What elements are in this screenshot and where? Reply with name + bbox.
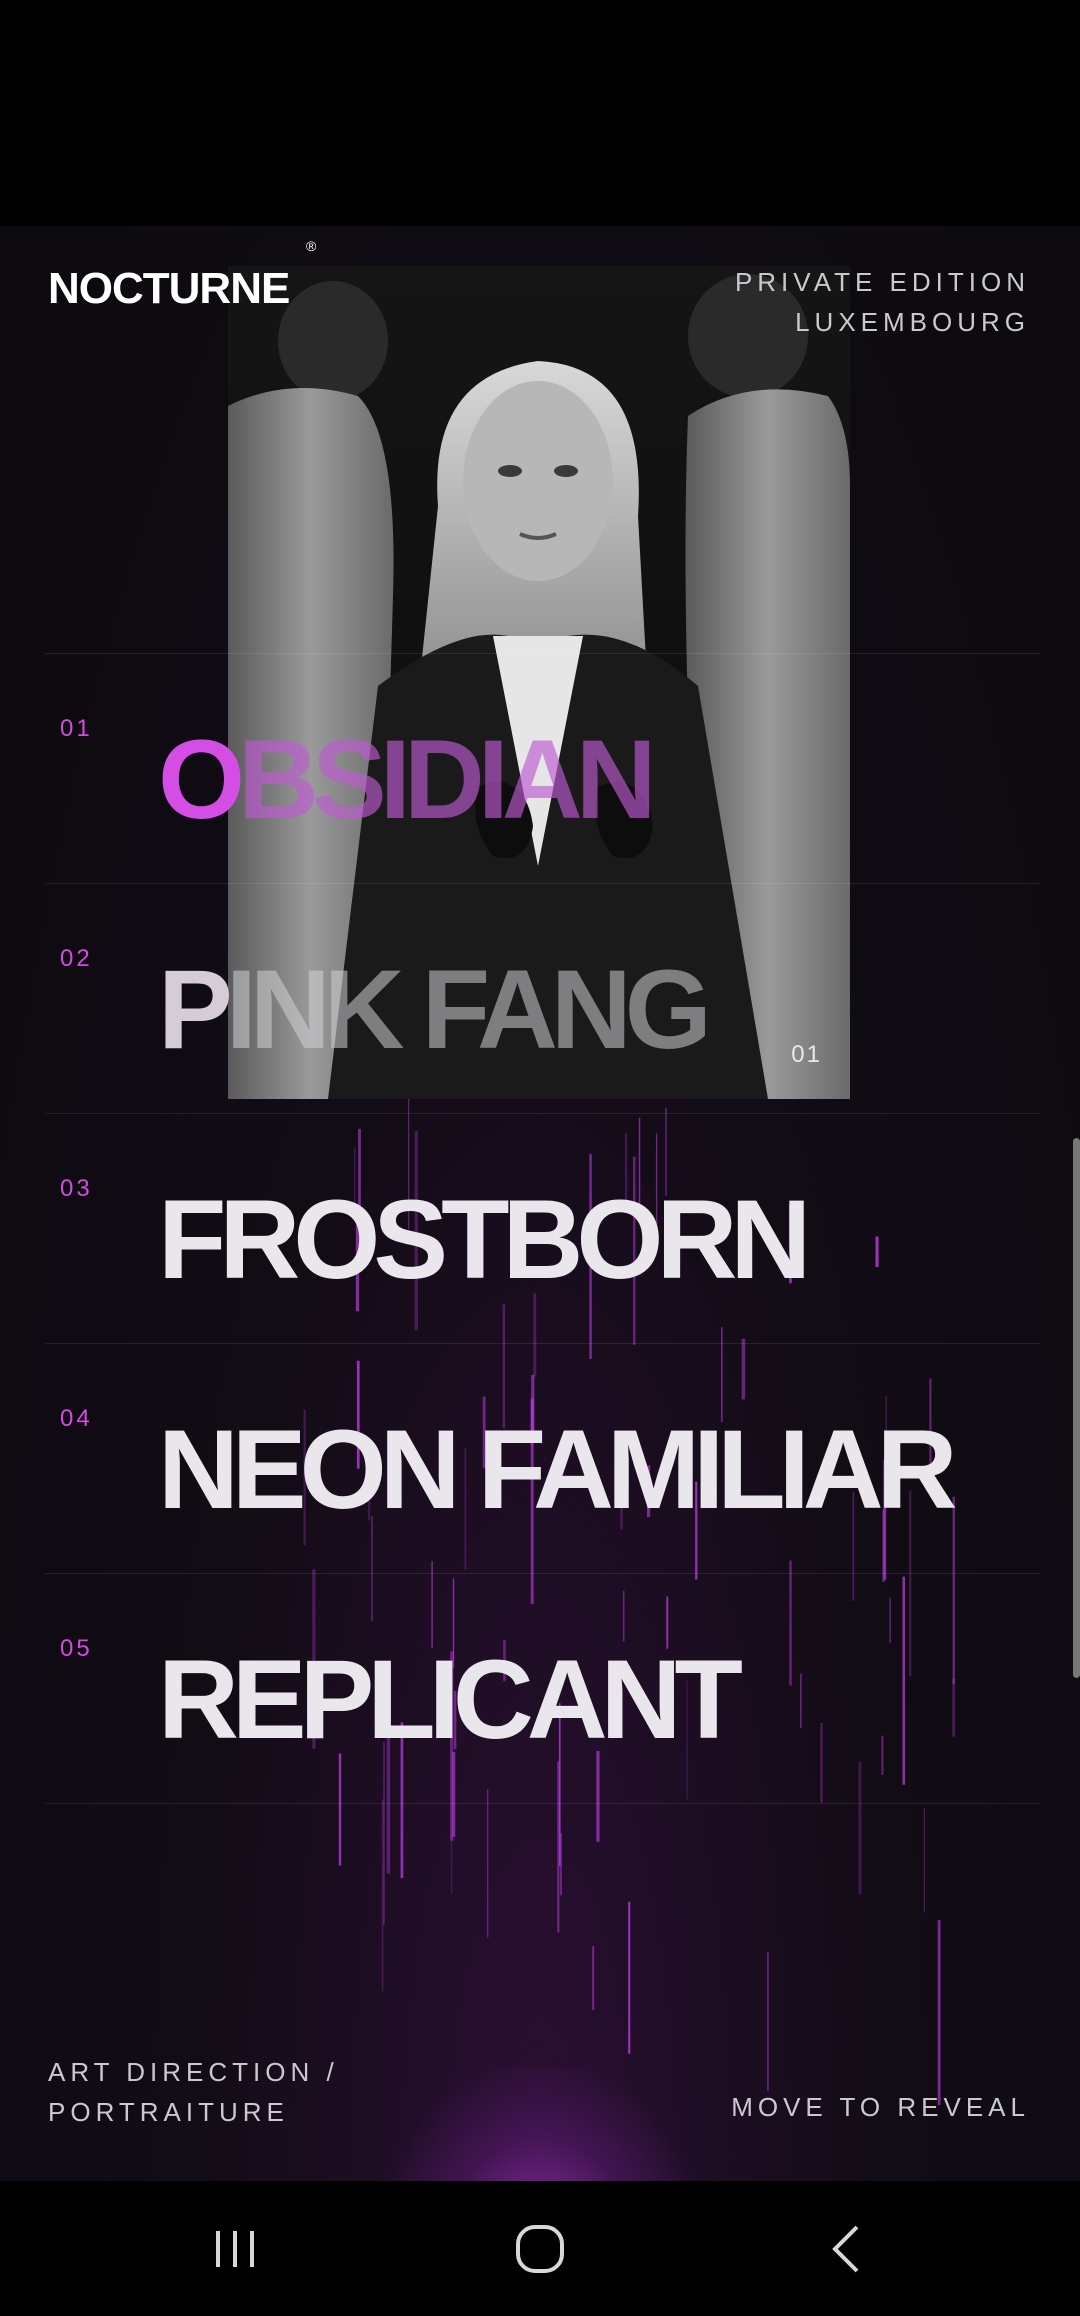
menu-title: OBSIDIAN [158, 713, 657, 847]
menu-number: 01 [60, 715, 93, 742]
menu-title-rest: BSIDIAN [238, 717, 656, 842]
bottom-glow [380, 2066, 700, 2181]
edition-label: PRIVATE EDITION LUXEMBOURG [735, 262, 1030, 342]
menu-item-frostborn[interactable]: 03 FROSTBORN [0, 1113, 1080, 1343]
menu-title-rest: EPLICANT [231, 1637, 743, 1762]
menu-title: NEON FAMILIAR [158, 1403, 958, 1537]
menu-title-initial: N [158, 1407, 239, 1532]
recents-icon [216, 2230, 254, 2267]
menu-title-initial: P [158, 947, 233, 1072]
menu-title-initial: R [158, 1637, 239, 1762]
menu-title: PINK FANG [158, 943, 712, 1077]
footer-credits-line-2: PORTRAITURE [48, 2097, 289, 2127]
footer-credits: ART DIRECTION / PORTRAITURE [48, 2052, 339, 2132]
menu-number: 03 [60, 1175, 93, 1202]
menu-item-pink-fang[interactable]: 02 PINK FANG [0, 883, 1080, 1113]
navigation-bar [0, 2181, 1080, 2316]
menu-title-initial: F [158, 1177, 226, 1302]
menu-number: 05 [60, 1635, 93, 1662]
menu-item-neon-familiar[interactable]: 04 NEON FAMILIAR [0, 1343, 1080, 1573]
edition-line-2: LUXEMBOURG [795, 307, 1030, 337]
menu-item-obsidian[interactable]: 01 OBSIDIAN [0, 653, 1080, 883]
footer-credits-line-1: ART DIRECTION / [48, 2057, 339, 2087]
menu-title-rest: ROSTBORN [219, 1177, 811, 1302]
menu-title: REPLICANT [158, 1633, 743, 1767]
menu-title: FROSTBORN [158, 1173, 811, 1307]
menu-item-replicant[interactable]: 05 REPLICANT [0, 1573, 1080, 1803]
home-button[interactable] [440, 2181, 640, 2316]
menu-title-rest: INK FANG [225, 947, 712, 1072]
recents-button[interactable] [135, 2181, 335, 2316]
back-button[interactable] [745, 2181, 945, 2316]
brand-logo[interactable]: NOCTURNE [48, 264, 290, 314]
app-screen: 01 NOCTURNE ® PRIVATE EDITION LUXEMBOURG… [0, 226, 1080, 2181]
divider [45, 1803, 1040, 1804]
edition-line-1: PRIVATE EDITION [734, 267, 1030, 297]
move-to-reveal-hint: MOVE TO REVEAL [731, 2092, 1030, 2122]
menu-title-initial: O [158, 717, 245, 842]
menu-number: 04 [60, 1405, 93, 1432]
menu-number: 02 [60, 945, 93, 972]
scrollbar[interactable] [1073, 1138, 1080, 1678]
menu-title-rest: EON FAMILIAR [231, 1407, 958, 1532]
registered-mark: ® [306, 238, 317, 254]
home-icon [516, 2224, 564, 2273]
back-icon [832, 2225, 859, 2272]
status-bar [0, 0, 1080, 226]
